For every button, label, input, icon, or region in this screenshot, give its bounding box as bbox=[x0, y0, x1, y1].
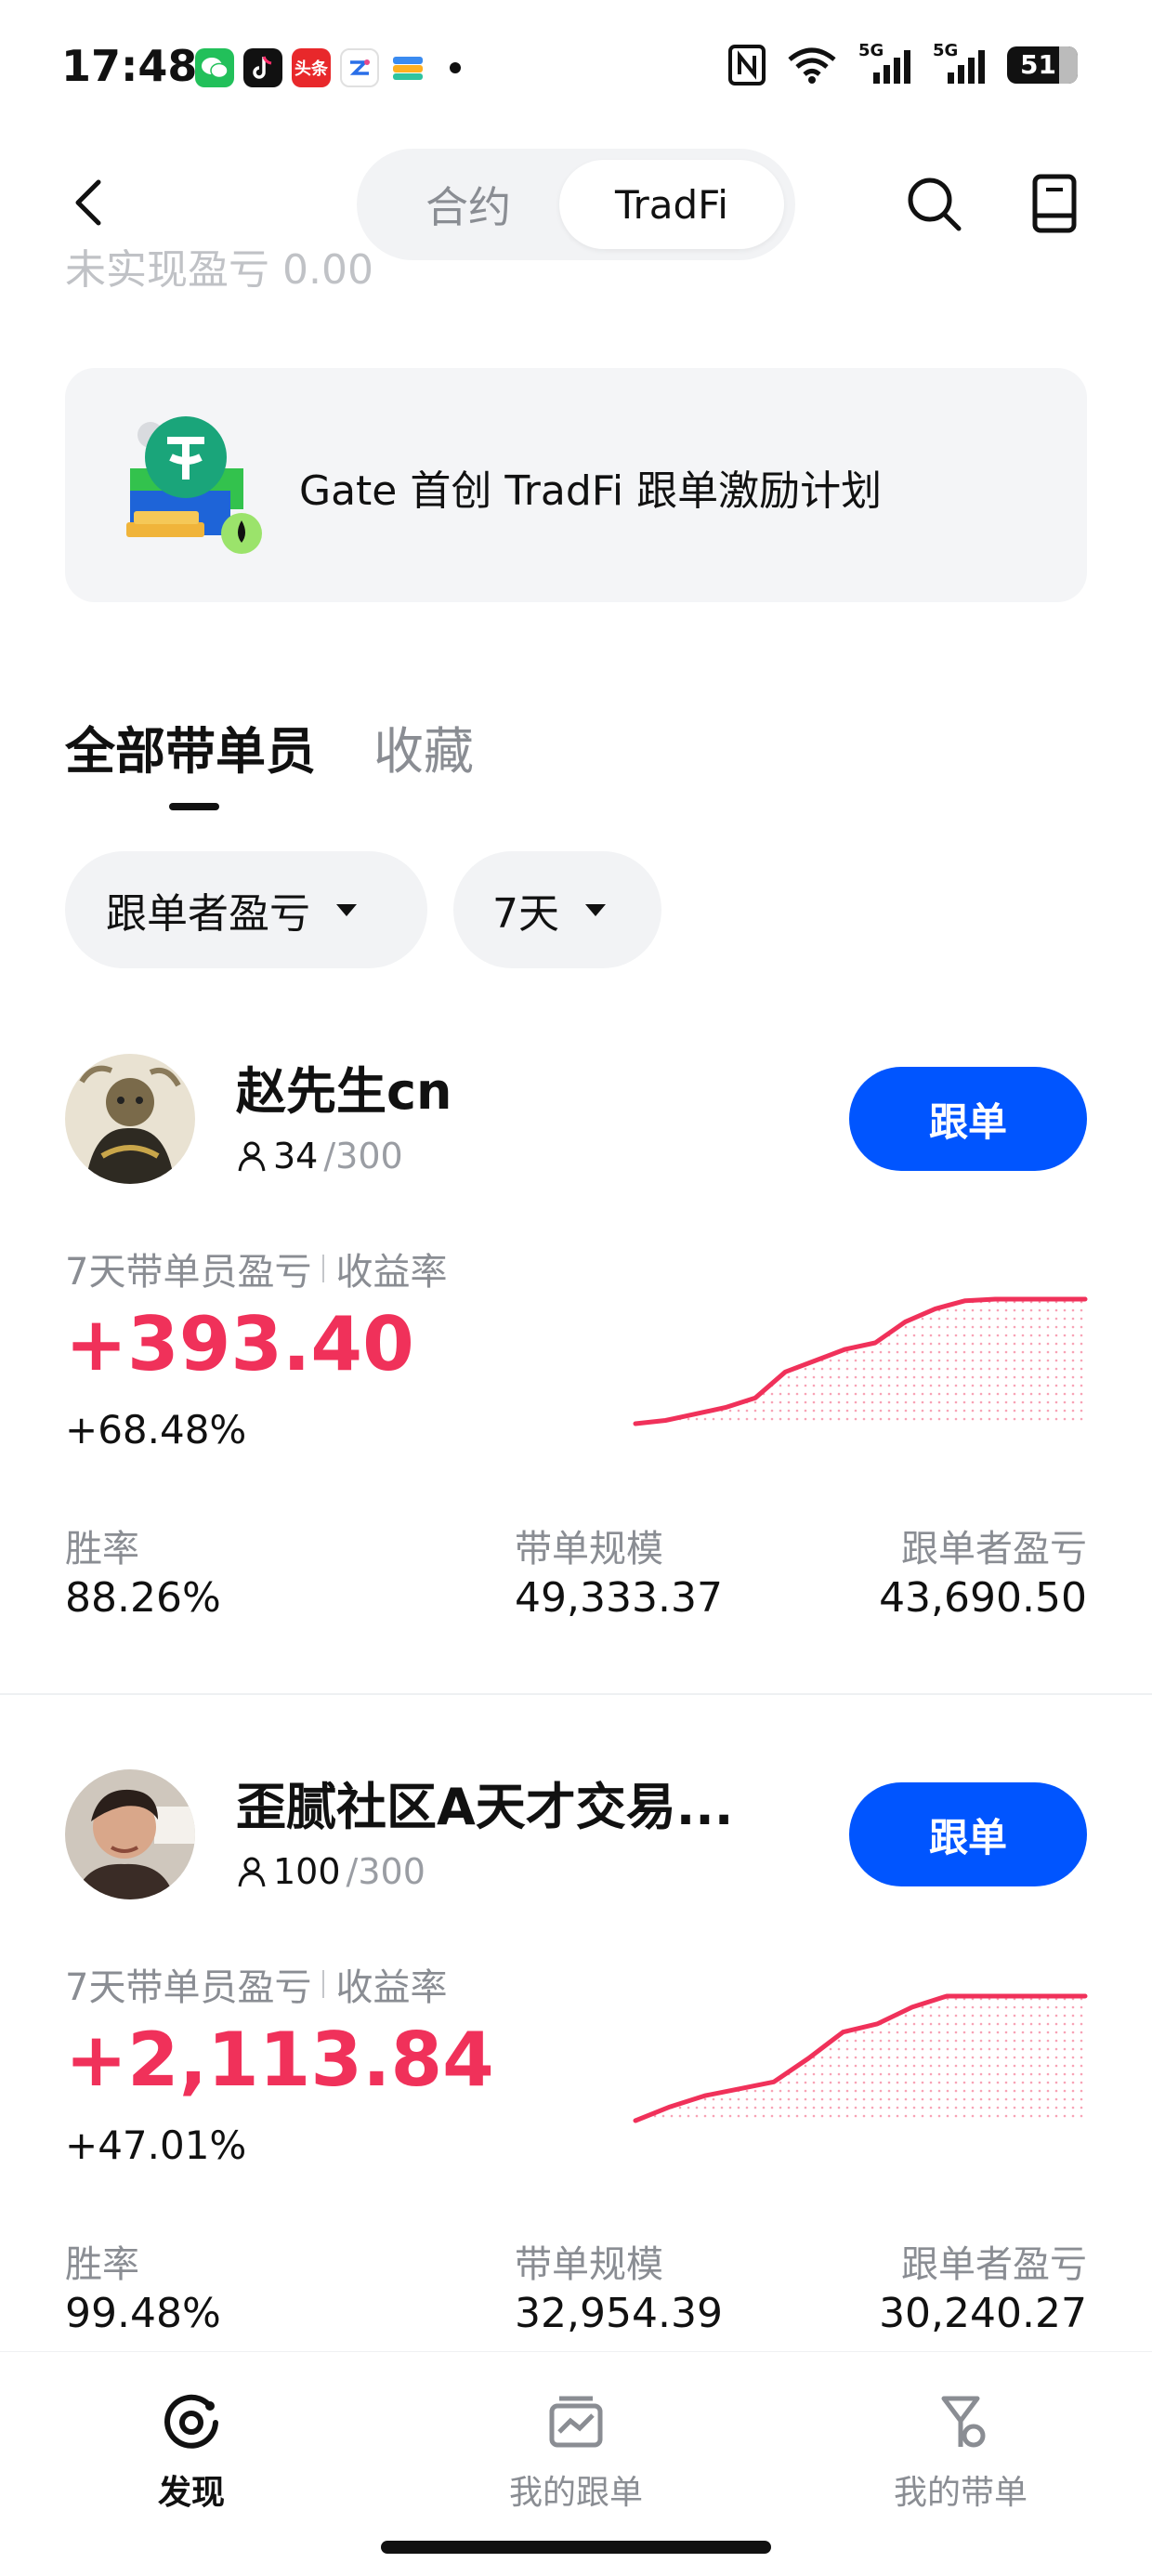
user-icon bbox=[238, 1141, 266, 1172]
avatar[interactable] bbox=[65, 1054, 195, 1184]
followers-capacity: /300 bbox=[323, 1136, 403, 1176]
status-time: 17:48 bbox=[61, 41, 198, 91]
wechat-icon bbox=[195, 48, 234, 87]
wallet-icon bbox=[388, 48, 427, 87]
follower-pnl-value: 30,240.27 bbox=[879, 2290, 1087, 2337]
avatar[interactable] bbox=[65, 1769, 195, 1899]
status-bar: 17:48 头条 5G 5G 51 bbox=[0, 0, 1152, 139]
more-notifications-dot bbox=[450, 62, 461, 73]
sort-filter-dropdown[interactable]: 跟单者盈亏 bbox=[65, 851, 427, 968]
user-icon bbox=[238, 1857, 266, 1887]
toutiao-badge-text: 头条 bbox=[295, 59, 328, 79]
win-rate-label: 胜率 bbox=[65, 1528, 139, 1571]
tab-contract[interactable]: 合约 bbox=[375, 160, 561, 249]
rate-label: 收益率 bbox=[335, 1966, 448, 2009]
active-tab-indicator bbox=[169, 803, 219, 810]
follower-pnl-value: 43,690.50 bbox=[879, 1574, 1087, 1622]
promo-banner[interactable]: Gate 首创 TradFi 跟单激励计划 bbox=[65, 368, 1087, 602]
nav-discover-label: 发现 bbox=[157, 2474, 225, 2512]
return-rate: +68.48% bbox=[65, 1407, 247, 1452]
aum-label: 带单规模 bbox=[515, 2243, 663, 2286]
follower-pnl-label: 跟单者盈亏 bbox=[901, 1528, 1087, 1571]
follower-count: 34/300 bbox=[236, 1136, 403, 1176]
flag-user-icon bbox=[941, 2396, 986, 2448]
followers-current: 34 bbox=[273, 1136, 319, 1176]
period-filter-label: 7天 bbox=[492, 890, 559, 938]
toutiao-icon: 头条 bbox=[292, 48, 331, 87]
nav-my-lead-label: 我的带单 bbox=[893, 2474, 1028, 2512]
discover-icon bbox=[164, 2394, 218, 2449]
pnl-sparkline bbox=[633, 1993, 1088, 2123]
trader-card[interactable]: 赵先生cn 34/300 跟单 7天带单员盈亏 收益率 +393.40 +68.4… bbox=[0, 1022, 1152, 1691]
pnl-metric-label: 7天带单员盈亏 收益率 bbox=[65, 1242, 447, 1295]
followers-current: 100 bbox=[273, 1851, 341, 1892]
follower-pnl-label: 跟单者盈亏 bbox=[901, 2243, 1087, 2286]
tab-tradfi[interactable]: TradFi bbox=[559, 160, 784, 249]
battery-level: 51 bbox=[1020, 49, 1056, 80]
aum-value: 49,333.37 bbox=[515, 1574, 723, 1622]
win-rate-value: 88.26% bbox=[65, 1574, 221, 1622]
sort-filter-label: 跟单者盈亏 bbox=[106, 890, 310, 938]
trader-name[interactable]: 赵先生cn bbox=[236, 1050, 452, 1124]
aum-value: 32,954.39 bbox=[515, 2290, 723, 2337]
wifi-icon bbox=[788, 47, 836, 84]
pnl-sparkline bbox=[633, 1296, 1088, 1426]
system-icons: 5G 5G 51 bbox=[728, 41, 1078, 85]
win-rate-label: 胜率 bbox=[65, 2243, 139, 2286]
back-arrow-icon[interactable] bbox=[65, 175, 121, 230]
pnl-value: +393.40 bbox=[65, 1301, 414, 1387]
nav-my-copy-label: 我的跟单 bbox=[508, 2474, 643, 2512]
tab-all-traders[interactable]: 全部带单员 bbox=[65, 710, 316, 783]
chart-box-icon bbox=[549, 2396, 603, 2448]
follow-button[interactable]: 跟单 bbox=[849, 1067, 1087, 1171]
signal-icon: 5G bbox=[858, 41, 912, 85]
followers-capacity: /300 bbox=[346, 1851, 425, 1892]
promo-text: Gate 首创 TradFi 跟单激励计划 bbox=[299, 467, 883, 515]
trader-name[interactable]: 歪腻社区A天才交易... bbox=[236, 1766, 733, 1839]
return-rate: +47.01% bbox=[65, 2123, 247, 2168]
tab-favorites[interactable]: 收藏 bbox=[373, 710, 474, 783]
follower-count: 100/300 bbox=[236, 1851, 425, 1892]
nav-discover[interactable]: 发现 bbox=[98, 2393, 284, 2514]
product-switcher: 合约 TradFi bbox=[357, 149, 795, 260]
sparkline-area bbox=[635, 1299, 1085, 1424]
pnl-value: +2,113.84 bbox=[65, 2017, 494, 2103]
search-icon[interactable] bbox=[901, 171, 966, 236]
unrealized-pnl-peek: 未实现盈亏 0.00 bbox=[65, 249, 373, 292]
home-indicator bbox=[381, 2541, 771, 2554]
win-rate-value: 99.48% bbox=[65, 2290, 221, 2337]
nav-my-copy[interactable]: 我的跟单 bbox=[483, 2393, 669, 2514]
caret-down-icon bbox=[585, 903, 606, 916]
book-icon[interactable] bbox=[1022, 171, 1087, 236]
sparkline-area bbox=[635, 1996, 1085, 2121]
tether-promo-icon bbox=[126, 416, 262, 554]
signal-icon: 5G bbox=[933, 41, 987, 85]
nav-my-lead[interactable]: 我的带单 bbox=[868, 2393, 1054, 2514]
tiktok-icon bbox=[243, 48, 282, 87]
app-icon bbox=[340, 48, 379, 87]
card-divider bbox=[0, 1693, 1152, 1695]
aum-label: 带单规模 bbox=[515, 1528, 663, 1571]
pnl-label: 7天带单员盈亏 bbox=[65, 1966, 312, 2009]
trader-tabs: 全部带单员 收藏 bbox=[65, 710, 474, 783]
nfc-icon bbox=[728, 45, 766, 85]
pnl-label: 7天带单员盈亏 bbox=[65, 1251, 312, 1294]
rate-label: 收益率 bbox=[335, 1251, 448, 1294]
notification-icons: 头条 bbox=[195, 48, 461, 87]
period-filter-dropdown[interactable]: 7天 bbox=[453, 851, 661, 968]
pnl-metric-label: 7天带单员盈亏 收益率 bbox=[65, 1957, 447, 2011]
caret-down-icon bbox=[336, 903, 357, 916]
battery-icon: 51 bbox=[1007, 46, 1078, 84]
follow-button[interactable]: 跟单 bbox=[849, 1782, 1087, 1886]
trader-card[interactable]: 歪腻社区A天才交易... 100/300 跟单 7天带单员盈亏 收益率 +2,11… bbox=[0, 1738, 1152, 2351]
